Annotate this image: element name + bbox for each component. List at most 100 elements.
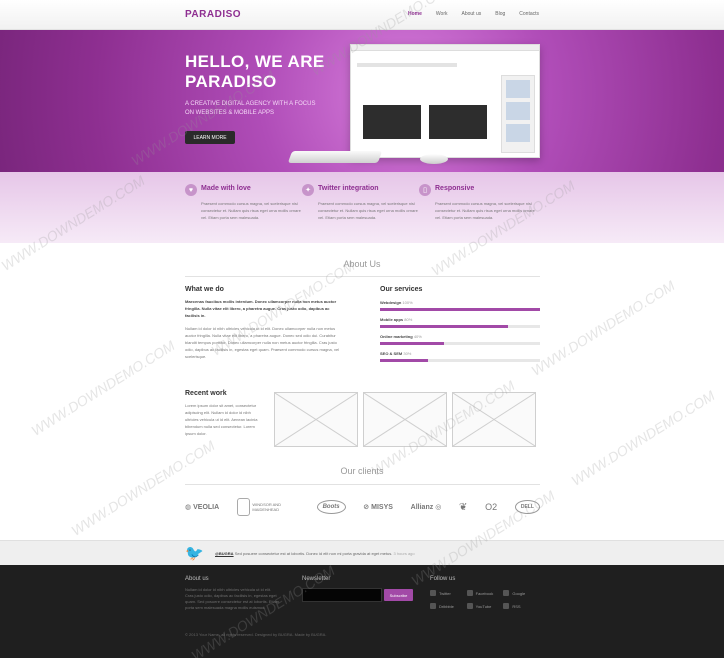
recent-work-text: Lorem ipsum dolor sit amet, consectetur …: [185, 403, 258, 436]
footer-about-heading: About us: [185, 576, 209, 582]
learn-more-button[interactable]: LEARN MORE: [185, 131, 235, 144]
skill-bar-fill: [380, 342, 444, 345]
what-we-do-text: Nullam id dolor id nibh ultricies vehicu…: [185, 326, 340, 359]
dribbble-icon: [430, 603, 436, 609]
social-link-google[interactable]: Google: [503, 590, 540, 596]
skill-webdesign: Webdesign 100%: [380, 300, 540, 311]
client-logo-boots: Boots: [316, 500, 346, 514]
top-navbar: PARADISO Home Work About us Blog Contact…: [0, 0, 724, 30]
social-links: Twitter Facebook Google Dribbble YouTube…: [430, 590, 540, 609]
nav-work[interactable]: Work: [436, 11, 448, 17]
skill-seo-sem: SEO & SEM 30%: [380, 351, 540, 362]
subscribe-button[interactable]: Subscribe: [384, 589, 413, 601]
skill-bar-fill: [380, 325, 508, 328]
skill-label: Webdesign 100%: [380, 300, 413, 305]
client-logo-misys: ⊘ MISYS: [363, 503, 393, 512]
footer-follow-heading: Follow us: [430, 576, 456, 582]
twitter-bird-icon: ✦: [302, 184, 314, 196]
feature-text: Praesent commodo cursus magna, vel scele…: [318, 201, 418, 220]
nav-about[interactable]: About us: [462, 11, 482, 17]
social-link-facebook[interactable]: Facebook: [466, 590, 504, 596]
social-link-dribbble[interactable]: Dribbble: [430, 603, 467, 609]
mockup-sidebar: [501, 75, 535, 153]
nav-blog[interactable]: Blog: [495, 11, 505, 17]
social-link-twitter[interactable]: Twitter: [430, 590, 467, 596]
mockup-tile: [429, 105, 487, 139]
hero-banner: HELLO, WE ARE PARADISO A CREATIVE DIGITA…: [0, 30, 724, 172]
client-logo-o2: O2: [485, 502, 498, 512]
rss-icon: [503, 603, 510, 609]
client-logo-allianz: Allianz ◎: [410, 503, 442, 512]
feature-title: Twitter integration: [318, 185, 379, 192]
client-logo-dell: DELL: [514, 500, 540, 514]
site-logo[interactable]: PARADISO: [185, 9, 241, 20]
hero-subtitle: A CREATIVE DIGITAL AGENCY WITH A FOCUS O…: [185, 101, 316, 116]
work-thumbnail-placeholder[interactable]: [363, 392, 447, 447]
nav-home[interactable]: Home: [408, 11, 422, 17]
facebook-icon: [466, 590, 473, 596]
hero-title: HELLO, WE ARE PARADISO: [185, 52, 325, 91]
watermark: WWW.DOWNDEMO.COM: [528, 277, 678, 379]
skill-bar-fill: [380, 359, 428, 362]
site-footer: About us Nullam id dolor id nibh ultrici…: [0, 565, 724, 658]
mouse-image: [420, 154, 448, 164]
feature-text: Praesent commodo cursus magna, vel scele…: [435, 201, 535, 220]
clients-heading: Our clients: [340, 466, 384, 476]
keyboard-image: [287, 151, 383, 163]
mockup-browser-bar: [351, 45, 539, 51]
recent-work-heading: Recent work: [185, 390, 227, 397]
client-logos: ◍ VEOLIA WINDSOR AND MAIDENHEAD Boots ⊘ MI…: [185, 496, 540, 518]
heart-icon: ♥: [185, 184, 197, 196]
tweet-handle-link[interactable]: @BUGRA: [215, 551, 234, 556]
nav-contacts[interactable]: Contacts: [519, 11, 539, 17]
social-link-rss[interactable]: RSS: [503, 603, 540, 609]
skill-label: Online marketing 40%: [380, 334, 422, 339]
skill-bar: [380, 359, 540, 362]
skill-online-marketing: Online marketing 40%: [380, 334, 540, 345]
misys-mark-icon: ⊘: [363, 504, 370, 511]
crest-icon: [236, 498, 251, 516]
social-link-youtube[interactable]: YouTube: [466, 603, 504, 609]
work-thumbnail-placeholder[interactable]: [274, 392, 358, 447]
skill-bar: [380, 308, 540, 311]
device-icon: ▯: [419, 184, 431, 196]
copyright-text: © 2013 Your Name, all rights reserved. D…: [185, 632, 327, 637]
google-icon: [503, 590, 510, 596]
features-band: ♥ Made with love Praesent commodo cursus…: [0, 172, 724, 243]
tweet-body: Sed posuere consectetur est at lobortis.…: [234, 551, 393, 556]
what-we-do-heading: What we do: [185, 286, 224, 293]
feature-title: Made with love: [201, 185, 251, 192]
mockup-tile: [363, 105, 421, 139]
tweet-time: 3 hours ago: [393, 551, 415, 556]
skill-bar: [380, 342, 540, 345]
work-thumbnail-placeholder[interactable]: [452, 392, 536, 447]
watermark: WWW.DOWNDEMO.COM: [28, 337, 178, 439]
skill-bar: [380, 325, 540, 328]
client-logo-windsor: WINDSOR AND MAIDENHEAD: [236, 498, 299, 516]
skill-mobile-apps: Mobile apps 80%: [380, 317, 540, 328]
veolia-mark-icon: ◍: [185, 504, 192, 511]
client-logo-eagle: ❦: [459, 502, 467, 513]
watermark: WWW.DOWNDEMO.COM: [68, 437, 218, 539]
latest-tweet-bar: 🐦 @BUGRA Sed posuere consectetur est at …: [0, 540, 724, 565]
feature-title: Responsive: [435, 185, 475, 192]
our-services-heading: Our services: [380, 286, 423, 293]
about-heading: About Us: [343, 259, 381, 269]
footer-newsletter-heading: Newsletter: [302, 576, 331, 582]
twitter-bird-icon: 🐦: [185, 545, 204, 562]
page: PARADISO Home Work About us Blog Contact…: [0, 0, 724, 658]
skill-label: Mobile apps 80%: [380, 317, 413, 322]
skill-label: SEO & SEM 30%: [380, 351, 412, 356]
website-mockup-image: [350, 44, 540, 158]
allianz-eagle-icon: ◎: [435, 504, 442, 511]
footer-about-text: Nullam id dolor id nibh ultricies vehicu…: [185, 587, 280, 610]
eagle-emblem-icon: ❦: [459, 501, 468, 513]
newsletter-email-input[interactable]: [302, 588, 382, 602]
main-nav: Home Work About us Blog Contacts: [408, 11, 539, 17]
divider: [185, 276, 540, 277]
what-we-do-lead: Maecenas faucibus mollis interdum. Donec…: [185, 299, 337, 318]
twitter-icon: [430, 590, 436, 596]
youtube-icon: [466, 603, 473, 609]
tweet-text: @BUGRA Sed posuere consectetur est at lo…: [215, 551, 415, 556]
mockup-nav-strip: [357, 63, 457, 67]
